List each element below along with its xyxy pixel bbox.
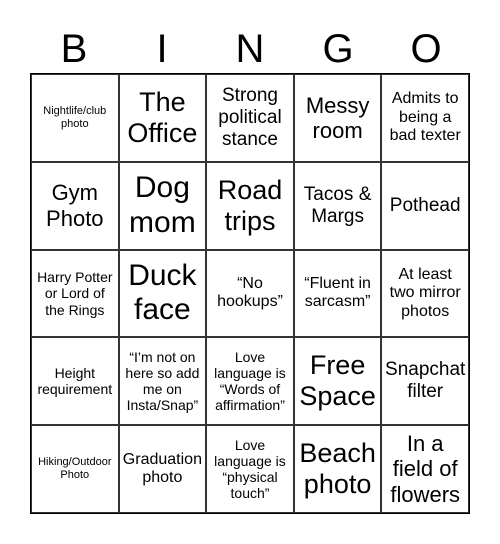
bingo-cell[interactable]: Height requirement <box>31 337 119 426</box>
bingo-cell[interactable]: “No hookups” <box>206 249 294 338</box>
bingo-cell[interactable]: Nightlife/club photo <box>31 74 119 162</box>
bingo-cell[interactable]: Graduation photo <box>118 425 207 513</box>
bingo-grid: Nightlife/club photo The Office Strong p… <box>30 73 470 514</box>
header-letter-n: N <box>235 27 265 71</box>
bingo-cell[interactable]: Pothead <box>381 161 469 250</box>
bingo-cell[interactable]: Strong political stance <box>206 74 294 162</box>
header-letter-g: G <box>322 27 354 71</box>
bingo-header: B I N G O <box>30 26 470 72</box>
bingo-cell[interactable]: In a field of flowers <box>381 425 469 513</box>
bingo-cell[interactable]: “I’m not on here so add me on Insta/Snap… <box>118 337 207 426</box>
bingo-cell[interactable]: Love language is “physical touch” <box>206 425 294 513</box>
bingo-cell[interactable]: Tacos & Margs <box>293 161 382 250</box>
free-space-cell[interactable]: Free Space <box>293 337 382 426</box>
bingo-cell[interactable]: Snapchat filter <box>381 337 469 426</box>
header-letter-i: I <box>156 27 168 71</box>
bingo-cell[interactable]: Dog mom <box>118 161 207 250</box>
bingo-cell[interactable]: The Office <box>118 74 207 162</box>
bingo-cell[interactable]: Love language is “Words of affirmation” <box>206 337 294 426</box>
bingo-cell[interactable]: Hiking/Outdoor Photo <box>31 425 119 513</box>
bingo-cell[interactable]: Road trips <box>206 161 294 250</box>
bingo-cell[interactable]: Gym Photo <box>31 161 119 250</box>
header-letter-o: O <box>410 27 442 71</box>
bingo-cell[interactable]: Admits to being a bad texter <box>381 74 469 162</box>
bingo-cell[interactable]: Harry Potter or Lord of the Rings <box>31 249 119 338</box>
header-letter-b: B <box>60 27 88 71</box>
bingo-cell[interactable]: Beach photo <box>293 425 382 513</box>
bingo-cell[interactable]: “Fluent in sarcasm” <box>293 249 382 338</box>
bingo-cell[interactable]: Messy room <box>293 74 382 162</box>
bingo-cell[interactable]: At least two mirror photos <box>381 249 469 338</box>
bingo-cell[interactable]: Duck face <box>118 249 207 338</box>
